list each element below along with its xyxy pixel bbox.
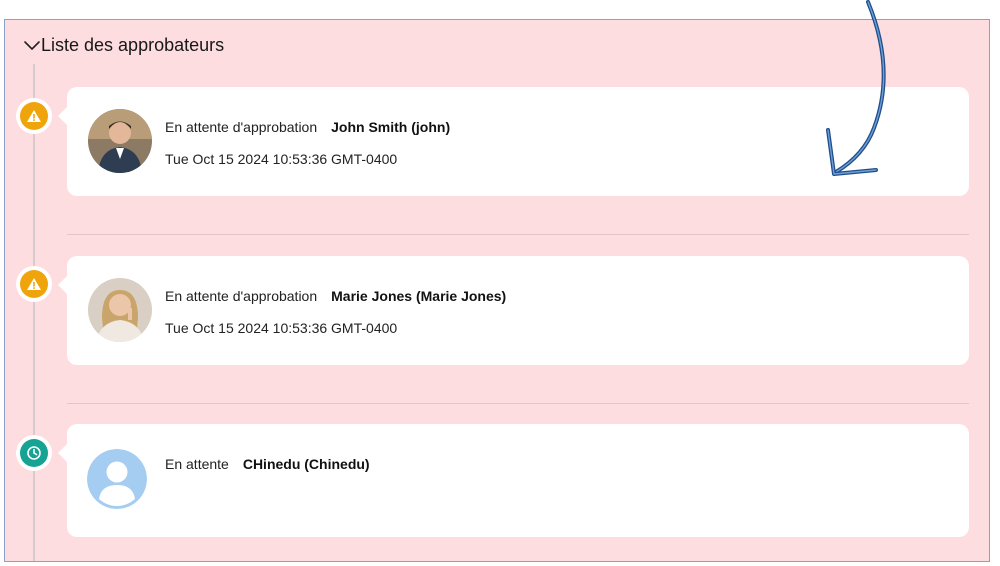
default-user-avatar (87, 449, 147, 509)
timeline-line (33, 64, 35, 561)
approver-name: CHinedu (Chinedu) (242, 456, 370, 472)
approver-name: Marie Jones (Marie Jones) (331, 288, 507, 304)
status-text: En attente (165, 456, 229, 472)
warning-icon (16, 266, 52, 302)
approver-name: John Smith (john) (331, 119, 451, 135)
approval-date: Tue Oct 15 2024 10:53:36 GMT-0400 (165, 151, 398, 167)
section-toggle[interactable]: Liste des approbateurs (23, 32, 224, 58)
divider (67, 403, 969, 404)
status-text: En attente d'approbation (165, 119, 318, 135)
divider (67, 234, 969, 235)
approver-card: En attente CHinedu (Chinedu) (58, 424, 969, 537)
user-photo-avatar (88, 278, 152, 342)
user-photo-avatar (88, 109, 152, 173)
approval-date: Tue Oct 15 2024 10:53:36 GMT-0400 (165, 320, 398, 336)
warning-icon (16, 98, 52, 134)
approver-card: En attente d'approbation Marie Jones (Mar… (58, 256, 969, 365)
chevron-down-icon (24, 41, 40, 50)
annotation-arrow-icon (826, 0, 886, 176)
status-text: En attente d'approbation (165, 288, 318, 304)
section-title: Liste des approbateurs (41, 34, 225, 55)
clock-icon (16, 435, 52, 471)
